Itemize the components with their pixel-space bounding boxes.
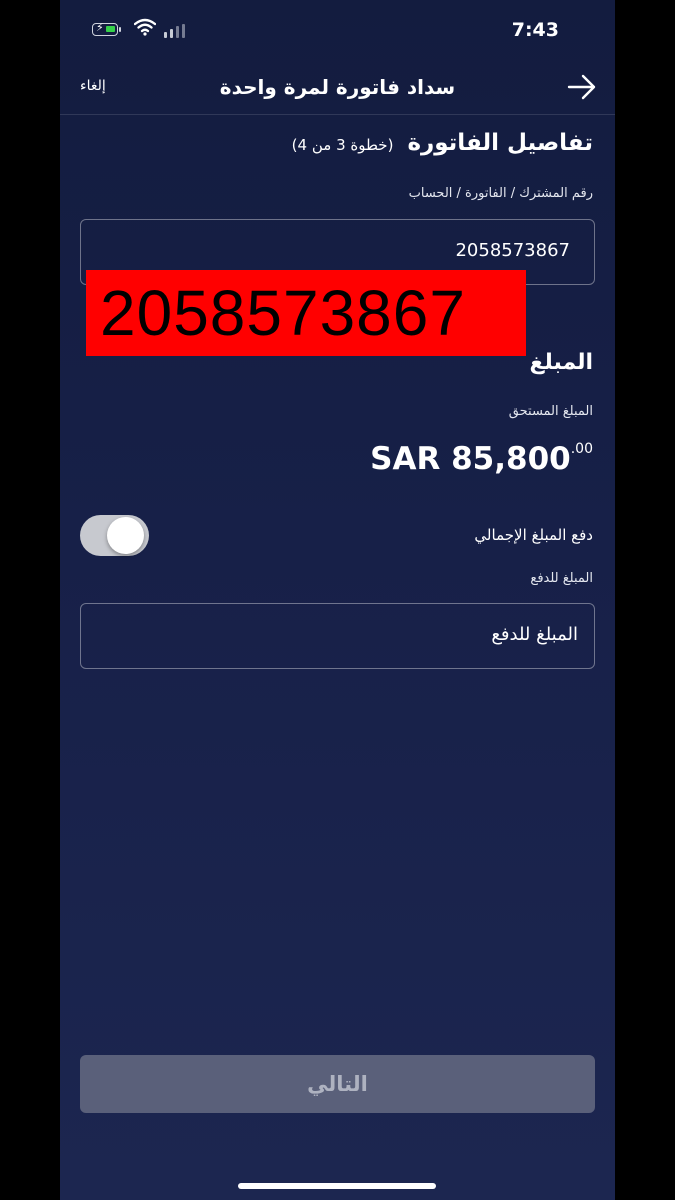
pay-total-label: دفع المبلغ الإجمالي (474, 526, 593, 544)
amount-due-decimals: .00 (570, 441, 593, 457)
account-number-value: 2058573867 (455, 240, 570, 261)
bill-details-title: تفاصيل الفاتورة (407, 130, 593, 156)
pay-amount-label: المبلغ للدفع (530, 571, 593, 586)
amount-due-value: SAR 85,800.00 (370, 441, 593, 477)
page-title: سداد فاتورة لمرة واحدة (219, 75, 456, 99)
pay-amount-field[interactable]: المبلغ للدفع (80, 603, 595, 669)
nav-bar: إلغاء سداد فاتورة لمرة واحدة (60, 60, 615, 115)
home-indicator (238, 1183, 436, 1189)
wifi-icon (134, 18, 156, 36)
toggle-knob (107, 517, 144, 554)
status-time: 7:43 (511, 19, 559, 41)
pay-amount-placeholder: المبلغ للدفع (491, 624, 578, 645)
pay-total-toggle[interactable] (80, 515, 149, 556)
account-label: رقم المشترك / الفاتورة / الحساب (408, 186, 593, 201)
battery-charging-icon: ⚡ (92, 21, 121, 36)
bill-details-heading: تفاصيل الفاتورة (خطوة 3 من 4) (292, 130, 593, 156)
amount-due-main: SAR 85,800 (370, 441, 571, 477)
phone-screen: ⚡ 7:43 إلغاء سداد فاتورة لمرة واحدة تفاص… (60, 0, 615, 1200)
arrow-right-icon[interactable] (567, 74, 597, 100)
amount-due-label: المبلغ المستحق (508, 404, 593, 419)
status-bar: ⚡ 7:43 (60, 0, 615, 60)
amount-heading: المبلغ (529, 350, 593, 375)
redaction-overlay: 2058573867 (86, 270, 526, 356)
step-indicator: (خطوة 3 من 4) (291, 136, 394, 154)
next-button[interactable]: التالي (80, 1055, 595, 1113)
signal-icon (164, 24, 190, 38)
